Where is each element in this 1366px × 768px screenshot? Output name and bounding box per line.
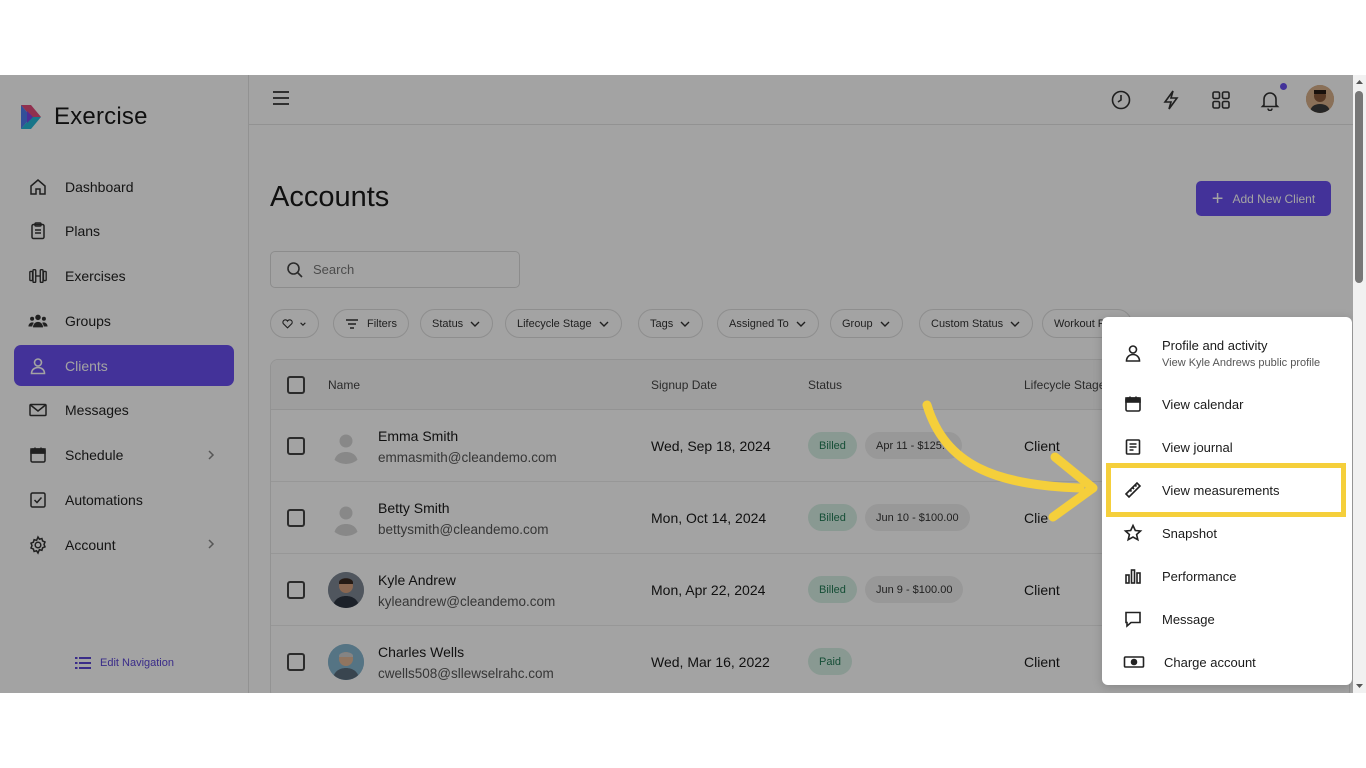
menu-item-charge-account[interactable]: Charge account <box>1102 641 1352 683</box>
menu-item-label: Performance <box>1162 568 1237 584</box>
menu-item-label: View calendar <box>1162 396 1244 412</box>
tutorial-arrow-icon <box>922 400 1098 522</box>
user-icon <box>1125 345 1141 362</box>
menu-item-snapshot[interactable]: Snapshot <box>1102 512 1352 554</box>
menu-item-performance[interactable]: Performance <box>1102 555 1352 597</box>
journal-icon <box>1125 439 1141 455</box>
message-icon <box>1125 611 1141 628</box>
scroll-thumb[interactable] <box>1355 91 1363 283</box>
highlight-box: View measurements <box>1106 463 1346 517</box>
menu-item-view-measurements[interactable]: View measurements <box>1111 468 1341 512</box>
menu-item-label: View journal <box>1162 439 1233 455</box>
menu-item-label: Message <box>1162 611 1215 627</box>
menu-item-label: Charge account <box>1164 654 1256 670</box>
app-frame: Exercise Dashboard Plans Exercises Group… <box>0 75 1366 693</box>
bar-chart-icon <box>1125 569 1141 584</box>
calendar-icon <box>1125 396 1141 412</box>
menu-item-message[interactable]: Message <box>1102 598 1352 640</box>
menu-item-label: View measurements <box>1162 482 1280 498</box>
cash-icon <box>1123 656 1145 668</box>
menu-item-label: Snapshot <box>1162 525 1217 541</box>
menu-item-view-calendar[interactable]: View calendar <box>1102 383 1352 425</box>
menu-item-label: Profile and activity <box>1162 337 1268 353</box>
menu-item-view-journal[interactable]: View journal <box>1102 426 1352 468</box>
menu-item-profile-activity[interactable]: Profile and activity View Kyle Andrews p… <box>1102 329 1352 377</box>
ruler-icon <box>1124 481 1142 499</box>
star-icon <box>1123 523 1143 542</box>
page-scrollbar[interactable] <box>1353 75 1366 693</box>
menu-item-sublabel: View Kyle Andrews public profile <box>1162 356 1321 369</box>
scroll-up-icon[interactable] <box>1353 77 1366 87</box>
scroll-down-icon[interactable] <box>1353 681 1366 691</box>
